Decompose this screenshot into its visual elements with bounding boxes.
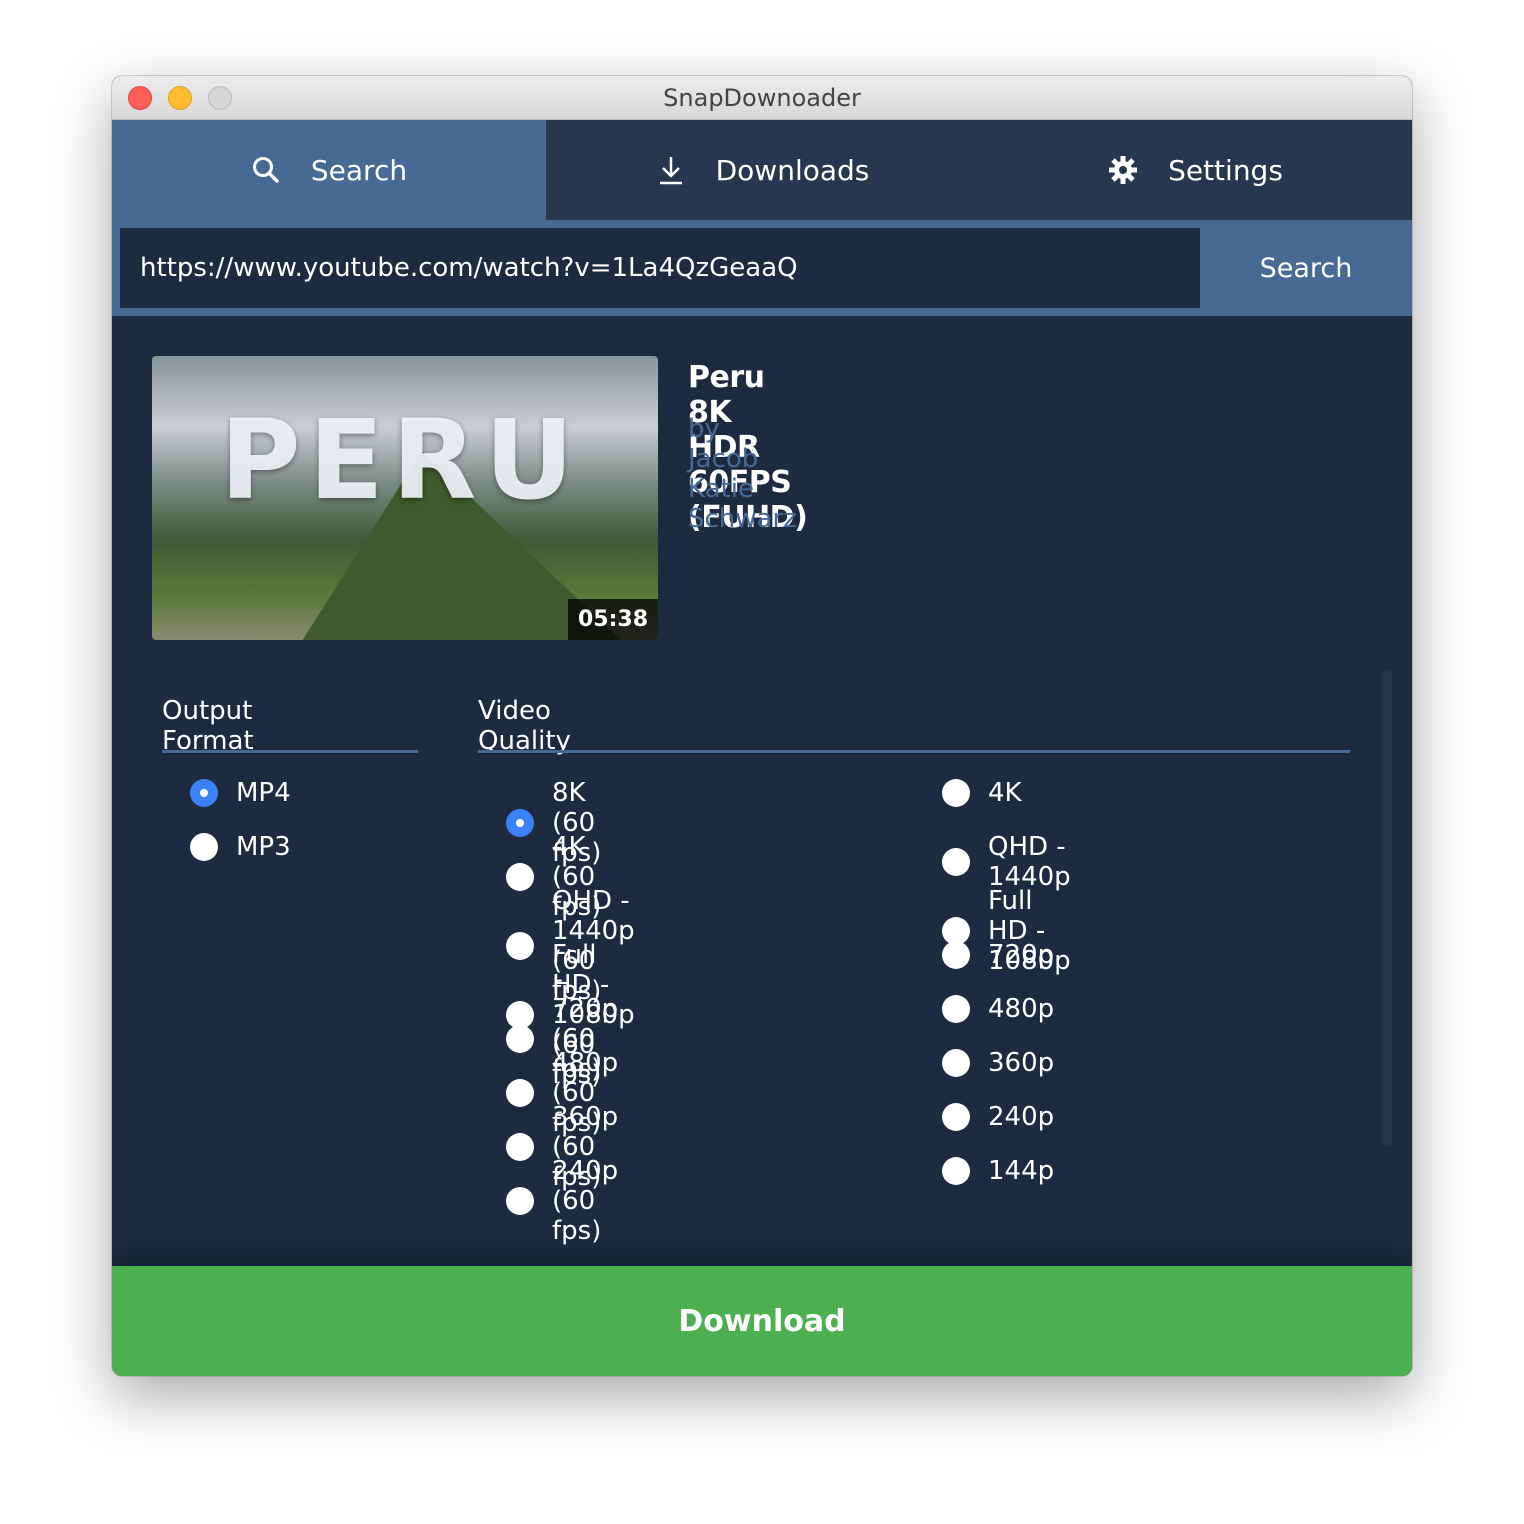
minimize-button[interactable] (168, 86, 192, 110)
radio-label: 240p (60 fps) (552, 1156, 619, 1246)
radio-option[interactable]: 4K (942, 778, 1022, 808)
radio-label: 720p (988, 940, 1055, 970)
radio-button[interactable] (506, 1187, 534, 1215)
radio-label: 360p (988, 1048, 1055, 1078)
thumbnail-text: PERU (220, 396, 582, 524)
output-format-header: Output Format (162, 696, 254, 756)
radio-button[interactable] (942, 941, 970, 969)
tab-search[interactable]: Search (112, 120, 546, 220)
app-window: SnapDownoader Search Downloads Settings … (112, 76, 1412, 1376)
tab-settings[interactable]: Settings (979, 120, 1412, 220)
title-bar: SnapDownoader (112, 76, 1412, 120)
close-button[interactable] (128, 86, 152, 110)
radio-button[interactable] (942, 1157, 970, 1185)
radio-button[interactable] (942, 848, 970, 876)
radio-label: 240p (988, 1102, 1055, 1132)
radio-button[interactable] (942, 1049, 970, 1077)
radio-label: 480p (988, 994, 1055, 1024)
divider (162, 750, 418, 753)
gear-icon (1109, 156, 1138, 184)
video-thumbnail[interactable]: PERU 05:38 (152, 356, 658, 640)
zoom-button[interactable] (208, 86, 232, 110)
video-author: by Jacob Katie Schwarz (688, 414, 797, 534)
download-button[interactable]: Download (112, 1266, 1412, 1376)
search-icon (252, 157, 279, 183)
search-bar: Search (112, 220, 1412, 316)
radio-label: MP4 (236, 778, 291, 808)
window-title: SnapDownoader (663, 84, 861, 112)
radio-option[interactable]: 480p (942, 994, 1054, 1024)
tab-downloads[interactable]: Downloads (546, 120, 979, 220)
radio-label: 144p (988, 1156, 1055, 1186)
radio-button[interactable] (942, 1103, 970, 1131)
radio-button[interactable] (190, 833, 218, 861)
video-quality-header: Video Quality (478, 696, 571, 756)
divider (478, 750, 1350, 753)
download-icon (659, 157, 682, 185)
radio-option[interactable]: QHD - 1440p (942, 832, 1071, 892)
radio-label: QHD - 1440p (988, 832, 1071, 892)
radio-button[interactable] (942, 995, 970, 1023)
radio-option[interactable]: 144p (942, 1156, 1054, 1186)
url-input[interactable] (120, 228, 1200, 308)
tab-label: Downloads (715, 153, 870, 187)
tab-label: Search (310, 153, 408, 187)
radio-option[interactable]: 720p (942, 940, 1054, 970)
radio-button[interactable] (190, 779, 218, 807)
tab-label: Settings (1168, 153, 1283, 187)
radio-option[interactable]: 360p (942, 1048, 1054, 1078)
video-duration: 05:38 (567, 599, 658, 640)
radio-button[interactable] (942, 779, 970, 807)
radio-option[interactable]: 240p (942, 1102, 1054, 1132)
tab-bar: Search Downloads Settings (112, 120, 1412, 220)
radio-option[interactable]: 240p (60 fps) (506, 1156, 618, 1246)
radio-option[interactable]: MP3 (190, 832, 291, 862)
search-button[interactable]: Search (1200, 220, 1412, 316)
radio-option[interactable]: MP4 (190, 778, 291, 808)
radio-label: 4K (988, 778, 1022, 808)
radio-label: MP3 (236, 832, 291, 862)
scrollbar[interactable] (1382, 670, 1392, 1146)
